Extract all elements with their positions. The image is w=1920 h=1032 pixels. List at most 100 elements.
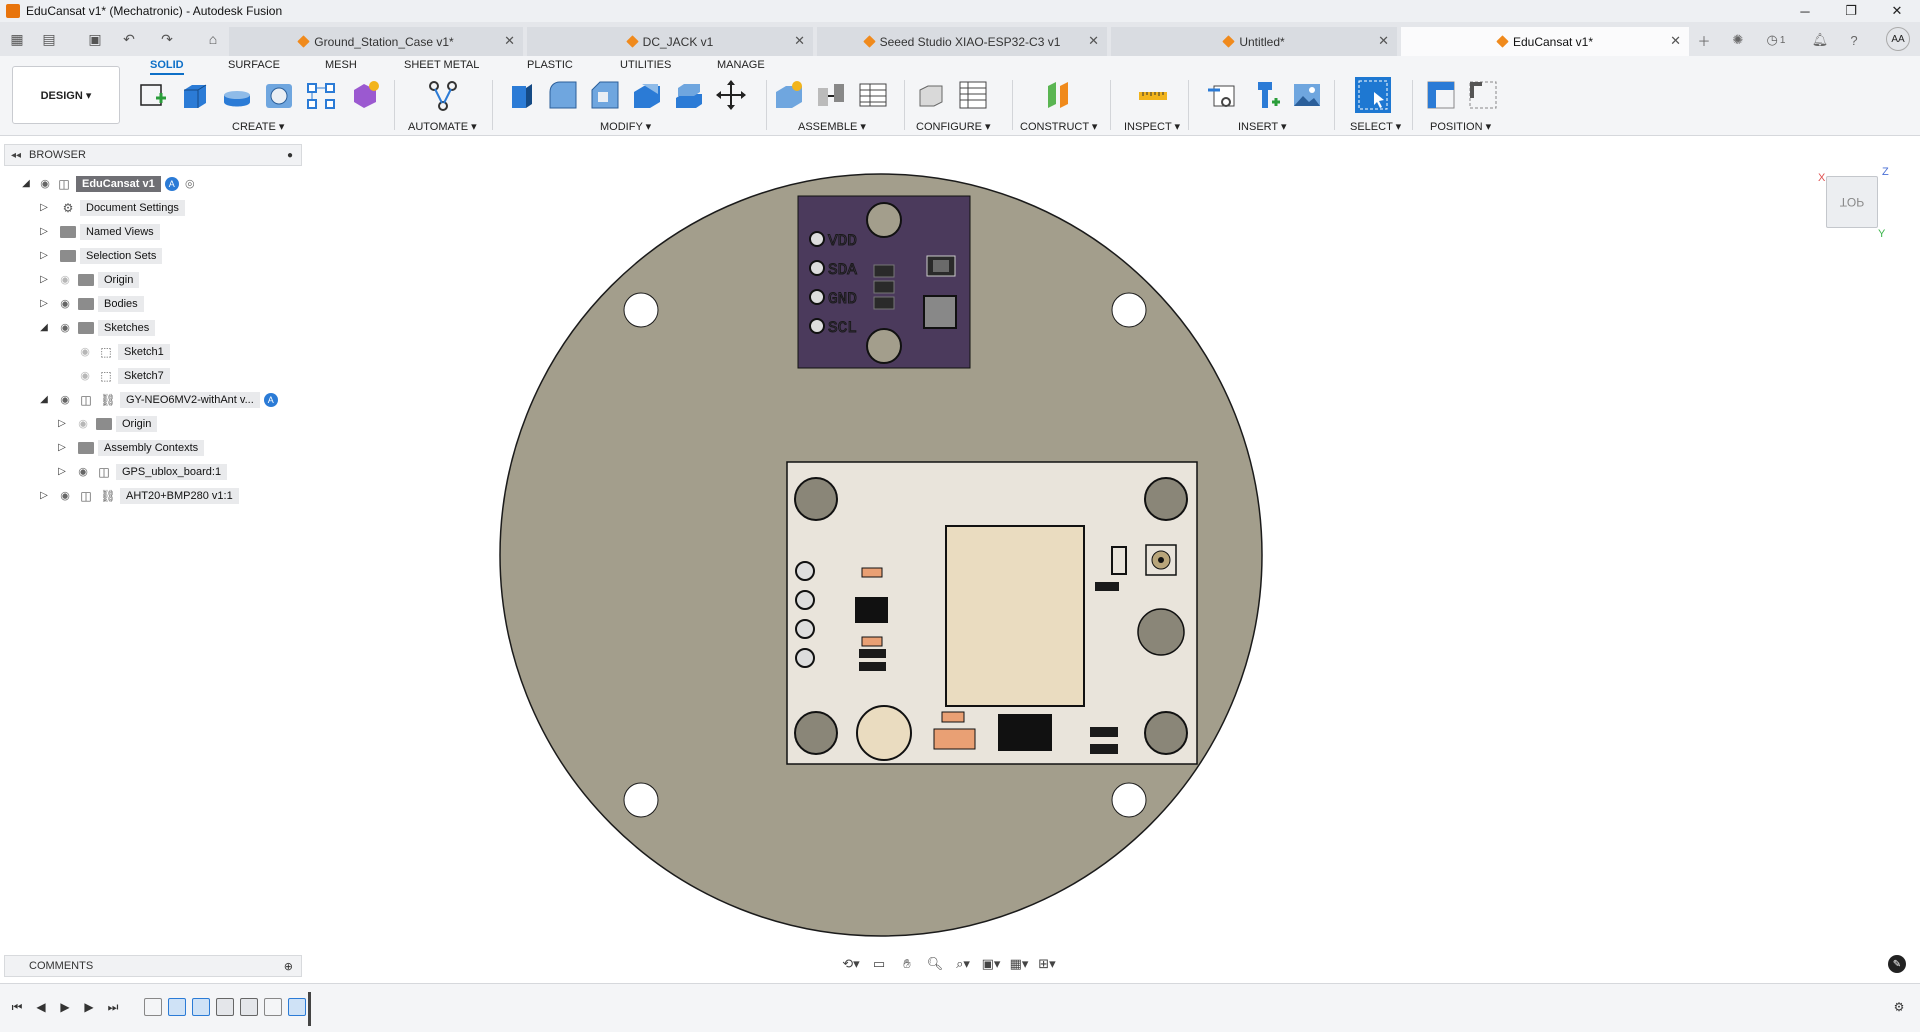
hole-icon[interactable] — [262, 78, 296, 112]
timeline-sketch-icon[interactable] — [264, 998, 282, 1016]
tree-row-gy-neo6mv2[interactable]: ◢ ◉ ◫ ⛓ GY-NEO6MV2-withAnt v... A — [38, 390, 278, 409]
group-position[interactable]: POSITION ▾ — [1430, 120, 1491, 133]
collapsed-triangle-icon[interactable]: ▷ — [38, 298, 50, 310]
collapsed-triangle-icon[interactable]: ▷ — [38, 226, 50, 238]
view-cube[interactable]: TOP — [1826, 176, 1878, 228]
tab-utilities[interactable]: UTILITIES — [620, 59, 671, 71]
timeline-extrude-icon[interactable] — [192, 998, 210, 1016]
eye-hidden-icon[interactable]: ◉ — [76, 417, 90, 431]
undo-icon[interactable]: ↶ — [118, 28, 140, 50]
revert-position-icon[interactable] — [1466, 78, 1500, 112]
tab-manage[interactable]: MANAGE — [717, 59, 765, 71]
new-tab-icon[interactable]: ＋ — [1694, 30, 1714, 50]
move-copy-icon[interactable] — [714, 78, 748, 112]
timeline-extrude-icon[interactable] — [168, 998, 186, 1016]
close-tab-icon[interactable]: ✕ — [1088, 33, 1099, 49]
tree-row-sketch7[interactable]: ◉ ⬚ Sketch7 — [78, 366, 170, 385]
tree-row-bodies[interactable]: ▷ ◉ Bodies — [38, 294, 144, 313]
fillet-icon[interactable] — [546, 78, 580, 112]
go-to-end-icon[interactable]: ⏭ — [104, 998, 122, 1016]
tab-solid[interactable]: SOLID — [150, 59, 184, 75]
tree-row-document-settings[interactable]: ▷ ⚙ Document Settings — [38, 198, 185, 217]
insert-canvas-icon[interactable] — [1290, 78, 1324, 112]
collapsed-triangle-icon[interactable]: ▷ — [38, 250, 50, 262]
collapsed-triangle-icon[interactable]: ▷ — [38, 274, 50, 286]
insert-derive-icon[interactable] — [1206, 78, 1240, 112]
tab-ground-station-case[interactable]: Ground_Station_Case v1* ✕ — [229, 27, 523, 56]
aht20-bmp280-board[interactable]: VDD SDA GND SCL — [797, 195, 971, 369]
expanded-triangle-icon[interactable]: ◢ — [20, 178, 32, 190]
user-avatar[interactable]: AA — [1886, 27, 1910, 51]
group-modify[interactable]: MODIFY ▾ — [600, 120, 651, 133]
tab-untitled[interactable]: Untitled* ✕ — [1111, 27, 1397, 56]
eye-hidden-icon[interactable]: ◉ — [58, 273, 72, 287]
capture-position-icon[interactable] — [1424, 78, 1458, 112]
tree-row-assembly-contexts[interactable]: ▷ Assembly Contexts — [56, 438, 205, 457]
revolve-icon[interactable] — [220, 78, 254, 112]
orbit-icon[interactable]: ⟲▾ — [840, 954, 862, 974]
go-to-start-icon[interactable]: ⏮ — [8, 998, 26, 1016]
close-tab-icon[interactable]: ✕ — [504, 33, 515, 49]
look-at-icon[interactable]: ▭ — [868, 954, 890, 974]
timeline-component-icon[interactable] — [288, 998, 306, 1016]
tree-row-named-views[interactable]: ▷ Named Views — [38, 222, 160, 241]
pan-icon[interactable]: ✋︎ — [896, 954, 918, 974]
tab-plastic[interactable]: PLASTIC — [527, 59, 573, 71]
configuration-table-icon[interactable] — [956, 78, 990, 112]
tab-sheet-metal[interactable]: SHEET METAL — [404, 59, 479, 71]
tab-educansat[interactable]: EduCansat v1* ✕ — [1401, 27, 1689, 56]
close-tab-icon[interactable]: ✕ — [1670, 33, 1681, 49]
home-icon[interactable]: ⌂ — [202, 28, 224, 50]
bom-table-icon[interactable] — [856, 78, 890, 112]
tab-surface[interactable]: SURFACE — [228, 59, 280, 71]
fit-icon[interactable]: ⌕▾ — [952, 954, 974, 974]
collapsed-triangle-icon[interactable]: ▷ — [56, 442, 68, 454]
new-component-icon[interactable] — [772, 78, 806, 112]
eye-visible-icon[interactable]: ◉ — [76, 465, 90, 479]
tree-row-aht20-bmp280[interactable]: ▷ ◉ ◫ ⛓ AHT20+BMP280 v1:1 — [38, 486, 239, 505]
combine-icon[interactable] — [672, 78, 706, 112]
maximize-button[interactable]: ❐ — [1828, 0, 1874, 22]
chamfer-icon[interactable] — [588, 78, 622, 112]
display-settings-icon[interactable]: ▣▾ — [980, 954, 1002, 974]
minimize-button[interactable]: ─ — [1782, 0, 1828, 22]
tab-seeed-xiao[interactable]: Seeed Studio XIAO-ESP32-C3 v1 ✕ — [817, 27, 1107, 56]
group-automate[interactable]: AUTOMATE ▾ — [408, 120, 477, 133]
eye-visible-icon[interactable]: ◉ — [38, 177, 52, 191]
offset-plane-icon[interactable] — [1042, 78, 1076, 112]
tree-row-sketch1[interactable]: ◉ ⬚ Sketch1 — [78, 342, 170, 361]
expanded-triangle-icon[interactable]: ◢ — [38, 322, 50, 334]
timeline-marker[interactable] — [308, 992, 311, 1026]
group-inspect[interactable]: INSPECT ▾ — [1124, 120, 1180, 133]
group-construct[interactable]: CONSTRUCT ▾ — [1020, 120, 1097, 133]
eye-visible-icon[interactable]: ◉ — [58, 297, 72, 311]
browser-header[interactable]: ◂◂ BROWSER ● — [4, 144, 302, 166]
group-select[interactable]: SELECT ▾ — [1350, 120, 1401, 133]
close-tab-icon[interactable]: ✕ — [1378, 33, 1389, 49]
group-assemble[interactable]: ASSEMBLE ▾ — [798, 120, 866, 133]
collapsed-triangle-icon[interactable]: ▷ — [56, 418, 68, 430]
timeline-joint-icon[interactable] — [216, 998, 234, 1016]
extensions-icon[interactable]: ✺ — [1728, 30, 1748, 50]
redo-icon[interactable]: ↷ — [156, 28, 178, 50]
joint-icon[interactable] — [814, 78, 848, 112]
job-status-icon[interactable]: ◷ 1 — [1762, 30, 1790, 50]
group-configure[interactable]: CONFIGURE ▾ — [916, 120, 991, 133]
step-back-icon[interactable]: ◀︎ — [32, 998, 50, 1016]
notifications-icon[interactable]: 🔔︎ — [1810, 30, 1830, 50]
tab-dc-jack[interactable]: DC_JACK v1 ✕ — [527, 27, 813, 56]
press-pull-icon[interactable] — [504, 78, 538, 112]
save-icon[interactable]: ▣ — [84, 28, 106, 50]
select-icon[interactable] — [1354, 76, 1392, 114]
pattern-icon[interactable] — [304, 78, 338, 112]
tree-row-origin-gps[interactable]: ▷ ◉ Origin — [56, 414, 158, 433]
activate-radio-icon[interactable]: ◎ — [183, 177, 197, 191]
gps-ublox-board[interactable] — [786, 461, 1198, 765]
configure-icon[interactable] — [914, 78, 948, 112]
eye-hidden-icon[interactable]: ◉ — [78, 369, 92, 383]
expanded-triangle-icon[interactable]: ◢ — [38, 394, 50, 406]
eye-visible-icon[interactable]: ◉ — [58, 321, 72, 335]
eye-visible-icon[interactable]: ◉ — [58, 393, 72, 407]
chat-icon[interactable]: ✎ — [1888, 955, 1906, 973]
tree-row-origin[interactable]: ▷ ◉ Origin — [38, 270, 140, 289]
